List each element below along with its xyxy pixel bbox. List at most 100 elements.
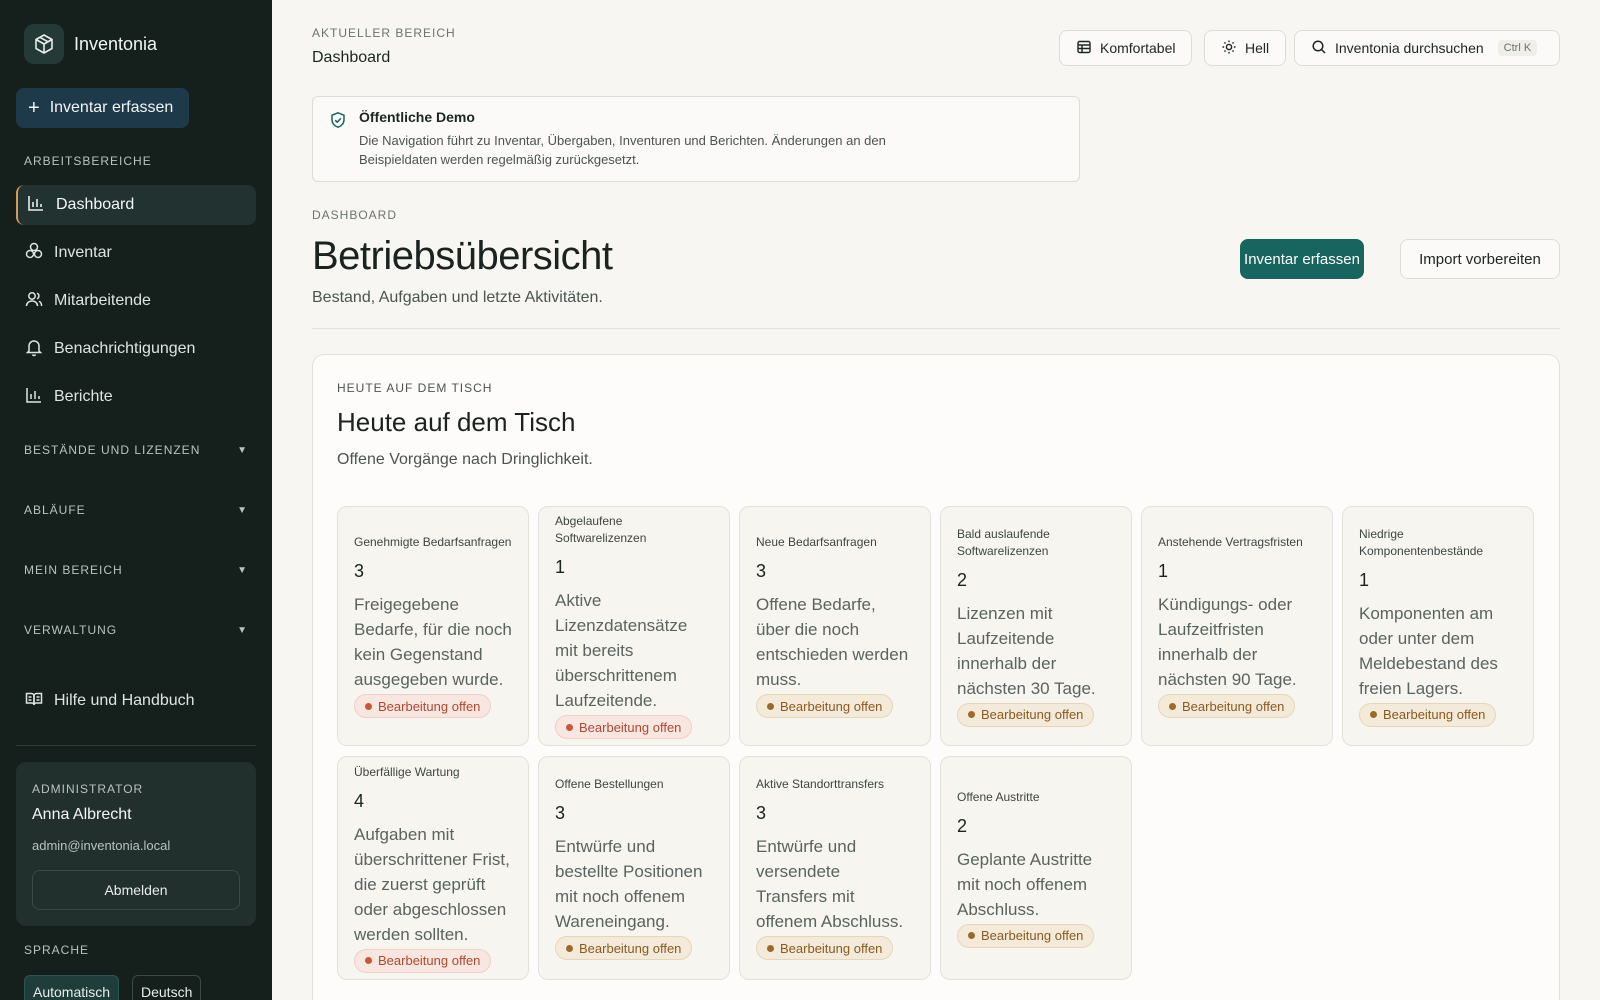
status-dot-icon: [365, 702, 372, 710]
today-panel: HEUTE AUF DEM TISCH Heute auf dem Tisch …: [312, 354, 1560, 1000]
task-card[interactable]: Abgelaufene Softwarelizenzen 1 Aktive Lize…: [538, 506, 730, 746]
status-dot-icon: [968, 711, 975, 718]
task-card[interactable]: Offene Bestellungen 3 Entwürfe und bestell…: [538, 756, 730, 980]
sidebar-item-label: Inventar: [54, 244, 112, 261]
header-divider: [312, 328, 1560, 329]
sidebar-item-label: Berichte: [54, 388, 113, 405]
card-count: 1: [555, 557, 566, 577]
page-title: Betriebsübersicht: [312, 234, 613, 278]
status-badge: Bearbeitung offen: [957, 702, 1095, 727]
card-description: Komponenten am oder unter dem Meldebesta…: [1359, 603, 1498, 698]
status-label: Bearbeitung offen: [981, 928, 1084, 943]
group-ablaeufe[interactable]: ABLÄUFE ▼: [24, 503, 248, 517]
theme-button[interactable]: Hell: [1204, 30, 1287, 66]
card-label: Offene Bestellungen: [555, 777, 664, 791]
card-label: Offene Austritte: [957, 789, 1040, 804]
sidebar-item-mitarbeitende[interactable]: Mitarbeitende: [16, 281, 256, 321]
card-count: 2: [957, 815, 968, 836]
card-count: 3: [555, 803, 566, 823]
sidebar-item-label: Mitarbeitende: [54, 292, 151, 309]
card-label: Abgelaufene Softwarelizenzen: [555, 514, 647, 545]
logout-button[interactable]: Abmelden: [32, 870, 240, 910]
chevron-down-icon: ▼: [237, 624, 248, 636]
card-count: 1: [1359, 569, 1370, 590]
card-description: Kündigungs- oder Laufzeitfristen innerha…: [1158, 595, 1297, 689]
card-count: 4: [354, 790, 365, 811]
sidebar-item-berichte[interactable]: Berichte: [16, 377, 256, 417]
demo-notice: Öffentliche Demo Die Navigation führt zu…: [312, 96, 1080, 182]
task-card[interactable]: Offene Austritte 2 Geplante Austritte mit …: [940, 756, 1132, 980]
add-inventory-button[interactable]: Inventar erfassen: [1240, 239, 1364, 279]
status-dot-icon: [968, 932, 975, 939]
status-badge: Bearbeitung offen: [354, 948, 492, 973]
page-kicker: DASHBOARD: [312, 208, 398, 222]
status-dot-icon: [365, 957, 372, 964]
card-label: Neue Bedarfsanfragen: [756, 535, 877, 549]
chevron-down-icon: ▼: [237, 504, 248, 516]
breadcrumb-label: AKTUELLER BEREICH: [312, 26, 456, 40]
group-mein-bereich[interactable]: MEIN BEREICH ▼: [24, 563, 248, 577]
card-label: Überfällige Wartung: [354, 764, 460, 779]
new-inventory-button[interactable]: + Inventar erfassen: [16, 88, 190, 128]
card-count: 3: [756, 803, 767, 823]
task-card[interactable]: Überfällige Wartung 4 Aufgaben mit übersch…: [337, 756, 529, 980]
new-inventory-label: Inventar erfassen: [49, 99, 174, 116]
sidebar: Inventonia + Inventar erfassen ARBEITSBE…: [0, 0, 272, 1000]
breadcrumb: Dashboard: [312, 49, 391, 66]
language-option-auto[interactable]: Automatisch: [24, 975, 120, 1000]
status-label: Bearbeitung offen: [378, 953, 481, 968]
card-description: Freigegebene Bedarfe, für die noch kein …: [354, 595, 512, 689]
language-option-deutsch[interactable]: Deutsch: [132, 975, 202, 1000]
panel-kicker: HEUTE AUF DEM TISCH: [337, 381, 493, 395]
group-label: ABLÄUFE: [24, 503, 86, 517]
card-description: Entwürfe und bestellte Positionen mit no…: [555, 837, 703, 931]
search-label: Inventonia durchsuchen: [1335, 40, 1484, 56]
sidebar-item-inventar[interactable]: Inventar: [16, 233, 256, 273]
task-card[interactable]: Niedrige Komponentenbestände 1 Komponenten…: [1342, 506, 1534, 746]
card-description: Aufgaben mit überschrittener Frist, die …: [354, 824, 510, 944]
plus-icon: +: [28, 97, 40, 119]
status-dot-icon: [566, 944, 573, 952]
language-label: SPRACHE: [24, 943, 90, 957]
status-label: Bearbeitung offen: [579, 719, 682, 735]
sidebar-item-dashboard[interactable]: Dashboard: [16, 185, 256, 225]
group-label: BESTÄNDE UND LIZENZEN: [24, 443, 201, 457]
user-card: ADMINISTRATOR Anna Albrecht admin@invent…: [16, 762, 256, 926]
brand[interactable]: Inventonia: [24, 24, 157, 64]
density-label: Komfortabel: [1100, 40, 1176, 56]
user-role: ADMINISTRATOR: [32, 782, 144, 796]
sidebar-item-benachrichtigungen[interactable]: Benachrichtigungen: [16, 329, 256, 369]
task-card[interactable]: Anstehende Vertragsfristen 1 Kündigungs- o…: [1141, 506, 1333, 746]
bar-chart-icon: [24, 385, 44, 410]
card-description: Lizenzen mit Laufzeitende innerhalb der …: [957, 603, 1096, 698]
status-badge: Bearbeitung offen: [354, 694, 492, 718]
cube-logo-icon: [24, 24, 64, 64]
search-button[interactable]: Inventonia durchsuchen Ctrl K: [1294, 30, 1560, 66]
nav-section-label: ARBEITSBEREICHE: [24, 154, 152, 168]
group-verwaltung[interactable]: VERWALTUNG ▼: [24, 623, 248, 637]
group-label: MEIN BEREICH: [24, 563, 123, 577]
bell-icon: [24, 337, 44, 362]
card-count: 1: [1158, 561, 1169, 581]
status-label: Bearbeitung offen: [1383, 707, 1486, 722]
task-card[interactable]: Neue Bedarfsanfragen 3 Offene Bedarfe, übe…: [739, 506, 931, 746]
card-label: Niedrige Komponentenbestände: [1359, 526, 1484, 558]
status-badge: Bearbeitung offen: [756, 936, 894, 960]
card-label: Anstehende Vertragsfristen: [1158, 535, 1303, 549]
status-label: Bearbeitung offen: [780, 940, 883, 956]
task-card[interactable]: Bald auslaufende Softwarelizenzen 2 Lizenz…: [940, 506, 1132, 746]
group-bestaende-lizenzen[interactable]: BESTÄNDE UND LIZENZEN ▼: [24, 443, 248, 457]
sidebar-item-hilfe[interactable]: Hilfe und Handbuch: [16, 681, 256, 721]
status-dot-icon: [767, 944, 774, 952]
demo-notice-text: Die Navigation führt zu Inventar, Überga…: [359, 133, 886, 167]
task-card[interactable]: Aktive Standorttransfers 3 Entwürfe und ve…: [739, 756, 931, 980]
group-label: VERWALTUNG: [24, 623, 118, 637]
task-card[interactable]: Genehmigte Bedarfsanfragen 3 Freigegebene …: [337, 506, 529, 746]
status-label: Bearbeitung offen: [780, 698, 883, 714]
density-button[interactable]: Komfortabel: [1059, 30, 1193, 66]
prepare-import-button[interactable]: Import vorbereiten: [1400, 239, 1560, 279]
boxes-icon: [24, 241, 44, 266]
sidebar-divider: [16, 745, 256, 746]
shield-check-icon: [329, 111, 347, 134]
card-description: Aktive Lizenzdatensätze mit bereits über…: [555, 591, 688, 710]
